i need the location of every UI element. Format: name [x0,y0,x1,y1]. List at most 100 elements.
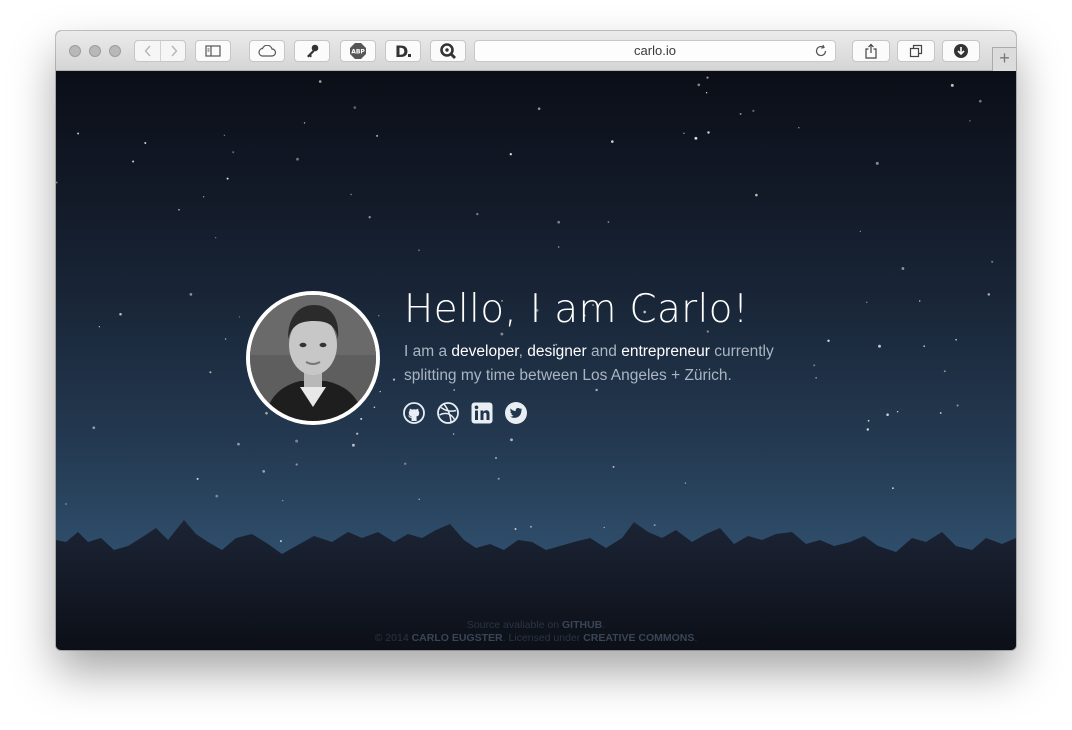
star [607,221,610,223]
star [697,83,701,87]
back-button[interactable] [135,41,160,61]
star [238,316,241,318]
star [224,338,227,340]
star [232,151,235,154]
password-extension-button[interactable] [294,40,330,62]
star [353,106,357,109]
star [215,494,219,498]
star [923,345,926,348]
star [497,477,500,480]
zoom-window-button[interactable] [109,45,121,57]
key-icon [307,44,319,58]
star [878,344,881,348]
star [77,132,80,135]
footer-text: . [694,632,698,644]
star [950,83,954,87]
star [403,462,407,466]
downloads-button[interactable] [942,40,980,62]
twitter-link[interactable] [505,402,527,424]
github-link[interactable] [403,402,425,424]
star [896,410,899,413]
author-footer-link[interactable]: CARLO EUGSTER [412,632,503,644]
license-footer-link[interactable]: CREATIVE COMMONS [583,632,694,644]
star [119,313,122,316]
star [296,157,299,161]
reload-button[interactable] [814,44,828,64]
minimize-window-button[interactable] [89,45,101,57]
star [452,433,455,435]
star [500,332,504,336]
star [265,411,268,415]
star [392,378,396,381]
star [978,99,982,103]
tabs-icon [909,44,923,58]
star [373,406,376,409]
star [969,120,971,122]
star [209,371,212,374]
sidebar-button[interactable] [195,40,231,62]
star [196,477,199,480]
star [866,428,870,431]
star [418,249,420,251]
star [56,181,58,184]
star [376,134,379,137]
dribbble-link[interactable] [437,402,459,424]
star [683,132,685,134]
reload-icon [815,44,827,57]
star [827,339,830,343]
d-extension-button[interactable]: D [385,40,421,62]
adblock-button[interactable]: ABP [340,40,376,62]
star [295,463,298,466]
star [318,80,322,83]
share-button[interactable] [852,40,890,62]
linkedin-link[interactable] [471,402,493,424]
role-entrepreneur: entrepreneur [621,343,710,360]
webpage: Hello, I am Carlo! I am a developer, des… [56,71,1016,650]
star [92,426,96,430]
star [453,389,456,391]
role-developer: developer [451,343,519,360]
star [612,465,615,468]
address-bar[interactable]: carlo.io [474,40,836,62]
footer-copyright-line: © 2014 CARLO EUGSTER. Licensed under CRE… [56,632,1016,644]
star [798,127,800,129]
star [495,457,497,459]
star [892,487,894,490]
share-icon [865,43,877,59]
icloud-tabs-button[interactable] [249,40,285,62]
star [214,236,217,239]
star [706,76,709,79]
svg-text:D: D [395,43,408,59]
navigation-buttons [134,40,186,62]
star [694,136,698,140]
search-extension-button[interactable] [430,40,466,62]
footer-text: Source avaliable on [466,619,562,631]
star [98,326,101,328]
star [368,216,371,219]
intro-text: I am a developer, designer and entrepren… [404,340,824,388]
star [955,338,957,341]
star [65,503,67,505]
star [611,140,614,143]
download-icon [954,44,968,58]
star [262,470,266,473]
url-text: carlo.io [634,43,676,58]
profile-photo [250,295,376,421]
forward-button[interactable] [161,41,186,61]
star [360,417,363,420]
star [867,419,870,422]
star [557,220,561,224]
twitter-icon [505,402,527,424]
tabs-overview-button[interactable] [897,40,935,62]
github-footer-link[interactable]: GITHUB [562,619,602,631]
intro-prefix: I am a [404,343,452,360]
star [705,92,708,94]
close-window-button[interactable] [69,45,81,57]
intro-separator: and [586,343,622,360]
star [558,246,560,248]
star [476,212,479,216]
star [295,439,299,443]
star [875,161,879,165]
new-tab-button[interactable]: + [992,47,1016,71]
star [202,196,205,198]
